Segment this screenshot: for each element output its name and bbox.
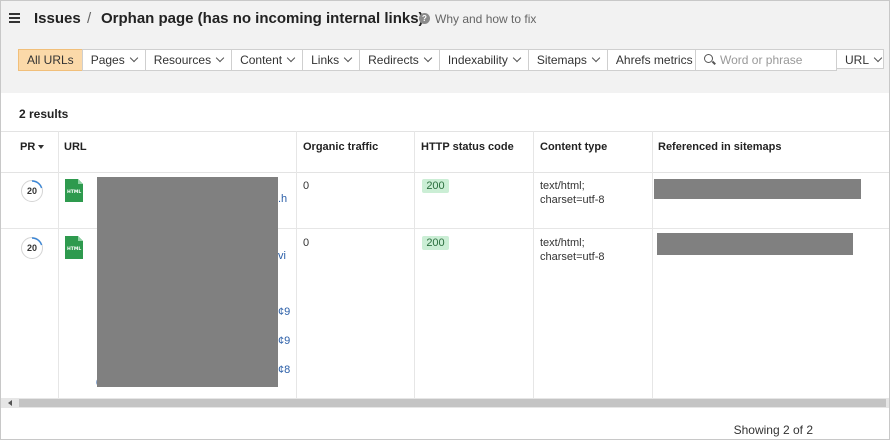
table-header: PR URL Organic traffic HTTP status code … <box>1 131 889 173</box>
column-header-sitemaps[interactable]: Referenced in sitemaps <box>658 141 782 153</box>
filter-redirects[interactable]: Redirects <box>359 49 440 71</box>
status-badge: 200 <box>422 236 449 250</box>
filter-label: Indexability <box>447 53 508 67</box>
url-link-fragment[interactable]: ¢9 <box>278 335 290 347</box>
chevron-down-icon <box>343 53 353 63</box>
html-file-icon: HTML <box>65 179 83 202</box>
chevron-down-icon <box>129 53 138 63</box>
filter-label: Resources <box>153 53 212 67</box>
table-footer: Showing 2 of 2 <box>1 408 889 439</box>
filter-content[interactable]: Content <box>231 49 304 71</box>
redacted-sitemap-value <box>657 233 853 255</box>
pagination-summary: Showing 2 of 2 <box>733 423 813 437</box>
column-header-organic-traffic[interactable]: Organic traffic <box>303 141 378 153</box>
pr-score-badge: 20 <box>21 180 43 202</box>
column-header-pr[interactable]: PR <box>20 141 45 153</box>
filter-all-urls[interactable]: All URLs <box>18 49 83 71</box>
scrollbar-thumb[interactable] <box>19 399 886 407</box>
pr-progress-arc-icon <box>21 180 43 202</box>
filter-indexability[interactable]: Indexability <box>438 49 529 71</box>
column-header-content-type[interactable]: Content type <box>540 141 607 153</box>
chevron-down-icon <box>215 53 225 63</box>
app-window: Issues / Orphan page (has no incoming in… <box>0 0 890 440</box>
sort-desc-icon <box>38 145 45 149</box>
column-header-label: PR <box>20 141 36 153</box>
filter-bar: All URLs Pages Resources Content Links R… <box>1 37 889 93</box>
search-scope-select[interactable]: URL <box>836 49 884 69</box>
filter-label: Pages <box>90 53 125 67</box>
search-box <box>695 49 837 71</box>
content-type-line2: charset=utf-8 <box>540 194 605 206</box>
chevron-down-icon <box>423 53 433 63</box>
filter-sitemaps[interactable]: Sitemaps <box>527 49 608 71</box>
results-table: PR URL Organic traffic HTTP status code … <box>1 131 889 398</box>
column-header-http-status[interactable]: HTTP status code <box>421 141 514 153</box>
page-header: Issues / Orphan page (has no incoming in… <box>1 1 889 37</box>
horizontal-scrollbar[interactable] <box>1 398 889 408</box>
results-count: 2 results <box>19 107 69 121</box>
help-icon[interactable]: ? <box>419 13 430 24</box>
filter-buttons: All URLs Pages Resources Content Links R… <box>18 49 714 71</box>
file-type-label: HTML <box>67 246 81 252</box>
chevron-down-icon <box>512 53 522 63</box>
hamburger-menu-icon[interactable] <box>9 13 20 23</box>
content-type-line2: charset=utf-8 <box>540 251 605 263</box>
filter-resources[interactable]: Resources <box>144 49 233 71</box>
filter-label: Links <box>311 53 340 67</box>
filter-label: Redirects <box>368 53 419 67</box>
redacted-url-block <box>97 177 278 387</box>
chevron-down-icon <box>286 53 296 63</box>
file-type-label: HTML <box>67 189 81 195</box>
page-title: Orphan page (has no incoming internal li… <box>101 10 424 27</box>
search-input[interactable] <box>720 52 830 67</box>
filter-label: Content <box>240 53 283 67</box>
filter-label: Sitemaps <box>536 53 587 67</box>
why-and-how-to-fix-link[interactable]: Why and how to fix <box>435 12 536 26</box>
breadcrumb-separator: / <box>87 10 92 27</box>
column-header-url[interactable]: URL <box>64 141 87 153</box>
pr-score-badge: 20 <box>21 237 43 259</box>
chevron-down-icon <box>873 53 883 63</box>
status-badge: 200 <box>422 179 449 193</box>
filter-links[interactable]: Links <box>302 49 361 71</box>
scroll-left-arrow-icon[interactable] <box>8 400 12 406</box>
url-link-fragment[interactable]: ¢9 <box>278 306 290 318</box>
filter-pages[interactable]: Pages <box>81 49 146 71</box>
url-link-fragment[interactable]: ¢8 <box>278 364 290 376</box>
url-link-fragment[interactable]: vi <box>278 250 286 262</box>
search-scope-value: URL <box>845 53 870 67</box>
breadcrumb-issues[interactable]: Issues <box>34 10 81 27</box>
redacted-sitemap-value <box>654 179 861 199</box>
search-icon <box>704 54 713 63</box>
content-type-line1: text/html; <box>540 237 585 249</box>
filter-label: Ahrefs metrics <box>615 53 693 67</box>
chevron-down-icon <box>591 53 601 63</box>
url-link[interactable]: .h <box>278 193 287 205</box>
html-file-icon: HTML <box>65 236 83 259</box>
pr-progress-arc-icon <box>21 237 43 259</box>
organic-traffic-value: 0 <box>303 180 310 192</box>
content-type-line1: text/html; <box>540 180 585 192</box>
filter-label: All URLs <box>27 53 74 67</box>
organic-traffic-value: 0 <box>303 237 310 249</box>
